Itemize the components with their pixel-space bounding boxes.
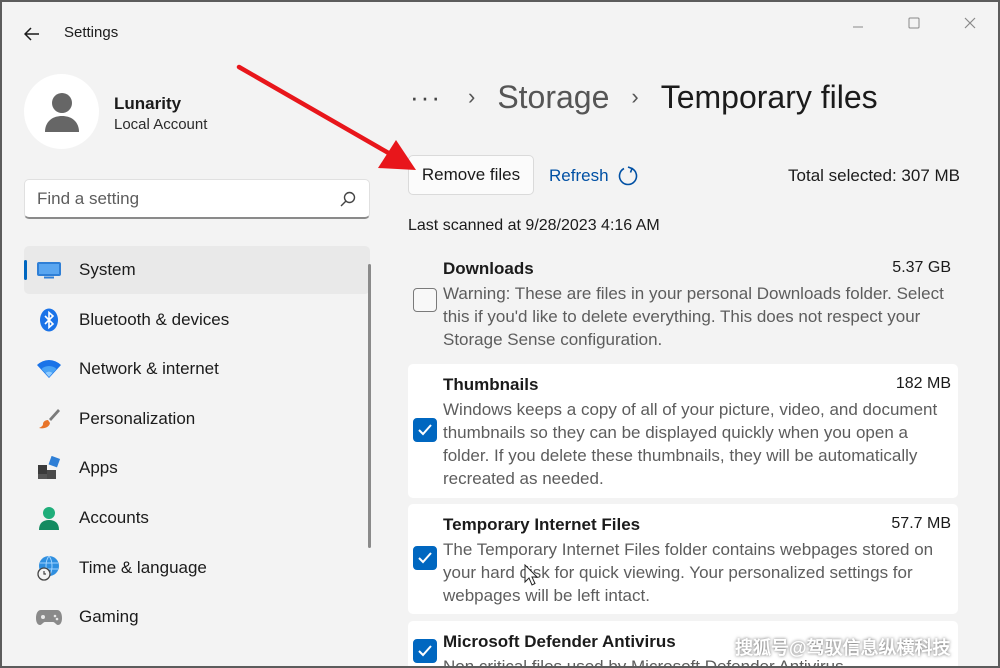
sidebar-item-label: Network & internet [79,359,219,379]
back-arrow-icon [24,27,39,41]
profile-account-type: Local Account [114,116,208,133]
total-selected: Total selected: 307 MB [788,166,960,185]
sidebar-item-accounts[interactable]: Accounts [24,494,370,542]
item-size: 182 MB [895,375,951,392]
file-category-thumbnails: Thumbnails 182 MB Windows keeps a copy o… [408,364,958,498]
chevron-right-icon: › [467,84,476,109]
downloads-checkbox[interactable] [413,288,437,312]
close-icon [964,17,976,29]
bluetooth-icon [36,308,62,332]
thumbnails-checkbox[interactable] [413,418,437,442]
checkmark-icon [418,645,432,657]
chevron-right-icon: › [631,84,639,109]
item-title: Temporary Internet Files [443,515,641,534]
refresh-button[interactable]: Refresh [549,162,639,190]
annotation-arrow-icon [236,64,416,170]
person-avatar-icon [44,92,79,132]
search-icon[interactable] [339,190,357,208]
sidebar-item-label: Apps [79,458,118,478]
back-button[interactable] [18,20,46,48]
item-description: The Temporary Internet Files folder cont… [443,540,934,605]
maximize-icon [908,17,920,29]
sidebar-item-label: Bluetooth & devices [79,309,230,329]
minimize-button[interactable] [836,12,880,34]
sidebar-item-network[interactable]: Network & internet [24,345,370,393]
refresh-label: Refresh [549,166,609,185]
wifi-icon [36,357,62,381]
monitor-icon [36,258,62,282]
checkmark-icon [418,424,432,436]
minimize-icon [853,26,863,28]
person-icon [36,506,62,530]
brush-icon [36,407,62,431]
file-category-temporary-internet-files: Temporary Internet Files 57.7 MB The Tem… [408,504,958,614]
watermark: 搜狐号@驾驭信息纵横科技 [735,638,951,658]
item-description: Warning: These are files in your persona… [443,284,944,349]
search-box [24,179,370,219]
sidebar-nav: System Bluetooth & devices Network & int… [24,246,370,643]
defender-checkbox[interactable] [413,639,437,663]
close-button[interactable] [948,12,992,34]
mouse-cursor-icon [524,564,538,586]
sidebar-item-apps[interactable]: Apps [24,444,370,492]
sidebar-item-system[interactable]: System [24,246,370,294]
temporary-internet-files-checkbox[interactable] [413,546,437,570]
sidebar-item-time-language[interactable]: Time & language [24,544,370,592]
gamepad-icon [36,605,62,629]
checkmark-icon [418,552,432,564]
sidebar-item-label: Gaming [79,607,139,627]
profile-name: Lunarity [114,94,182,113]
search-input[interactable] [37,188,327,210]
sidebar-scrollbar[interactable] [368,264,371,548]
breadcrumb-storage[interactable]: Storage [497,79,609,116]
page-title: Temporary files [660,78,878,115]
sidebar-item-bluetooth[interactable]: Bluetooth & devices [24,296,370,344]
sidebar-item-personalization[interactable]: Personalization [24,395,370,443]
item-description: Windows keeps a copy of all of your pict… [443,400,938,488]
item-title: Thumbnails [443,375,539,394]
title-bar: Settings [2,2,998,64]
app-title: Settings [64,24,119,41]
apps-icon [36,456,62,480]
sidebar-item-label: Accounts [79,507,149,527]
remove-files-button[interactable]: Remove files [408,155,534,195]
sidebar-item-label: Personalization [79,408,196,428]
globe-clock-icon [36,555,62,581]
breadcrumb: ··· › Storage › Temporary files [410,74,878,120]
refresh-icon [618,166,637,186]
sidebar-item-label: Time & language [79,557,207,577]
avatar [24,74,99,149]
item-size: 5.37 GB [892,259,951,276]
item-title: Downloads [443,259,534,278]
sidebar-item-gaming[interactable]: Gaming [24,593,370,641]
file-category-downloads: Downloads 5.37 GB Warning: These are fil… [408,248,958,360]
last-scanned-text: Last scanned at 9/28/2023 4:16 AM [408,217,660,234]
maximize-button[interactable] [892,12,936,34]
sidebar-item-label: System [79,260,136,279]
item-size: 57.7 MB [891,515,951,532]
settings-window: Settings Lunarity Local Account Find a s… [0,0,1000,668]
item-title: Microsoft Defender Antivirus [443,632,676,651]
